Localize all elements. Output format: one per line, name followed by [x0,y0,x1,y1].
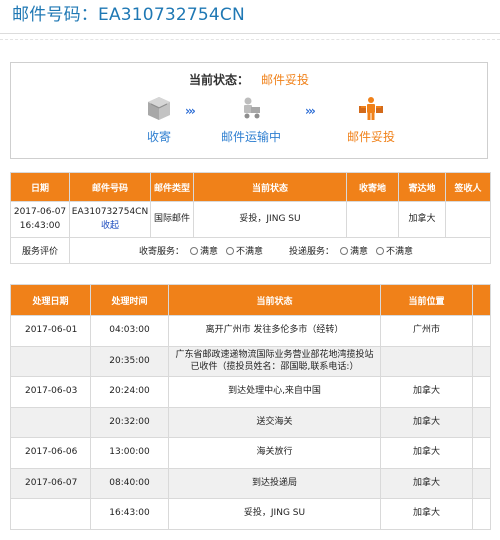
title-bar: 邮件号码：EA310732754CN [0,0,500,34]
row-time: 20:35:00 [90,345,169,377]
row-location: 加拿大 [380,376,473,408]
row-status: 广东省邮政速递物流国际业务营业部花地湾揽投站已收件（揽投员姓名：邵国聪,联系电话… [168,345,381,377]
summary-status: 妥投，JING SU [193,201,347,238]
row-status: 送交海关 [168,406,381,438]
row-date [10,406,91,438]
row-spacer [472,315,491,347]
collect-unsatisfied-label: 不满意 [235,247,263,257]
summary-mail-no: EA310732754CN [71,207,149,217]
row-location: 广州市 [380,315,473,347]
table-row: 2017-06-01 04:03:00 离开广州市 发往多伦多市（经转） 广州市 [10,315,491,347]
row-time: 20:32:00 [90,406,169,438]
collect-satisfied-label: 满意 [199,247,218,257]
col-header-signer: 签收人 [445,172,491,202]
collapse-link[interactable]: 收起 [101,221,119,231]
row-spacer [472,498,491,530]
current-status-value: 邮件妥投 [261,73,310,87]
col-header-mail-type: 邮件类型 [150,172,194,202]
deliver-unsatisfied-radio[interactable] [376,246,385,255]
table-row: 2017-06-03 20:24:00 到达处理中心,来自中国 加拿大 [10,376,491,408]
row-spacer [472,406,491,438]
col-header-process-time: 处理时间 [90,284,169,316]
row-status: 妥投，JING SU [168,498,381,530]
step-delivered-label: 邮件妥投 [346,130,395,144]
row-time: 04:03:00 [90,315,169,347]
divider [0,39,500,40]
row-time: 16:43:00 [90,498,169,530]
summary-header-row: 日期 邮件号码 邮件类型 当前状态 收寄地 寄达地 签收人 [10,172,491,202]
row-status: 海关放行 [168,437,381,469]
col-header-current-status: 当前状态 [168,284,381,316]
arrow-icon: ››› [305,104,316,118]
package-icon [148,97,170,120]
col-header-date: 日期 [10,172,70,202]
col-header-spacer [472,284,491,316]
summary-row: 2017-06-07 16:43:00 EA310732754CN 收起 国际邮件… [10,201,491,238]
row-spacer [472,467,491,499]
col-header-origin: 收寄地 [346,172,399,202]
summary-signer [445,201,491,238]
deliver-unsatisfied-label: 不满意 [386,247,414,257]
row-time: 08:40:00 [90,467,169,499]
col-header-process-date: 处理日期 [10,284,91,316]
col-header-status: 当前状态 [193,172,347,202]
col-header-destination: 寄达地 [398,172,446,202]
delivery-truck-icon [244,97,260,119]
row-spacer [472,345,491,377]
row-location: 加拿大 [380,437,473,469]
arrow-icon: ››› [185,104,196,118]
row-status: 到达投递局 [168,467,381,499]
row-location: 加拿大 [380,498,473,530]
rating-label: 服务评价 [10,237,70,264]
step-in-transit: 邮件运输中 [211,94,291,145]
col-header-current-location: 当前位置 [380,284,473,316]
table-row: 2017-06-07 08:40:00 到达投递局 加拿大 [10,467,491,499]
row-date: 2017-06-06 [10,437,91,469]
summary-date: 2017-06-07 16:43:00 [10,201,70,238]
row-date: 2017-06-01 [10,315,91,347]
rating-options-cell: 收寄服务： 满意 不满意 投递服务： 满意 不满意 [69,237,491,264]
row-spacer [472,376,491,408]
deliver-satisfied-label: 满意 [350,247,369,257]
collect-unsatisfied-radio[interactable] [225,246,234,255]
table-row: 20:32:00 送交海关 加拿大 [10,406,491,438]
status-panel: 当前状态： 邮件妥投 收寄 ››› 邮件运输中 ››› 邮件妥投 [10,62,488,159]
row-status: 离开广州市 发往多伦多市（经转） [168,315,381,347]
row-status: 到达处理中心,来自中国 [168,376,381,408]
deliver-service-label: 投递服务： [289,247,335,257]
current-status-label: 当前状态： [188,73,249,87]
summary-mail-type: 国际邮件 [150,201,194,238]
row-date [10,345,91,377]
collect-service-label: 收寄服务： [138,247,184,257]
summary-destination: 加拿大 [398,201,446,238]
collect-satisfied-radio[interactable] [189,246,198,255]
step-collected: 收寄 [119,94,199,145]
step-collected-label: 收寄 [146,130,171,144]
summary-mail-no-cell: EA310732754CN 收起 [69,201,151,238]
col-header-mail-no: 邮件号码 [69,172,151,202]
table-row: 2017-06-06 13:00:00 海关放行 加拿大 [10,437,491,469]
rating-row: 服务评价 收寄服务： 满意 不满意 投递服务： 满意 不满意 [10,237,491,264]
row-spacer [472,437,491,469]
row-location: 加拿大 [380,467,473,499]
table-row: 16:43:00 妥投，JING SU 加拿大 [10,498,491,530]
tracking-table: 处理日期 处理时间 当前状态 当前位置 2017-06-01 04:03:00 … [10,284,491,530]
row-time: 13:00:00 [90,437,169,469]
table-row: 20:35:00 广东省邮政速递物流国际业务营业部花地湾揽投站已收件（揽投员姓名… [10,345,491,377]
row-location: 加拿大 [380,406,473,438]
row-date: 2017-06-07 [10,467,91,499]
row-date [10,498,91,530]
current-status-line: 当前状态： 邮件妥投 [11,71,487,88]
courier-delivery-icon [359,97,383,120]
summary-origin [346,201,399,238]
row-time: 20:24:00 [90,376,169,408]
row-location [380,345,473,377]
step-in-transit-label: 邮件运输中 [220,130,281,144]
deliver-satisfied-radio[interactable] [340,246,349,255]
tracking-header-row: 处理日期 处理时间 当前状态 当前位置 [10,284,491,316]
page-title: 邮件号码：EA310732754CN [12,5,245,25]
step-delivered: 邮件妥投 [331,94,411,145]
mail-summary-table: 日期 邮件号码 邮件类型 当前状态 收寄地 寄达地 签收人 2017-06-07… [10,172,491,264]
row-date: 2017-06-03 [10,376,91,408]
